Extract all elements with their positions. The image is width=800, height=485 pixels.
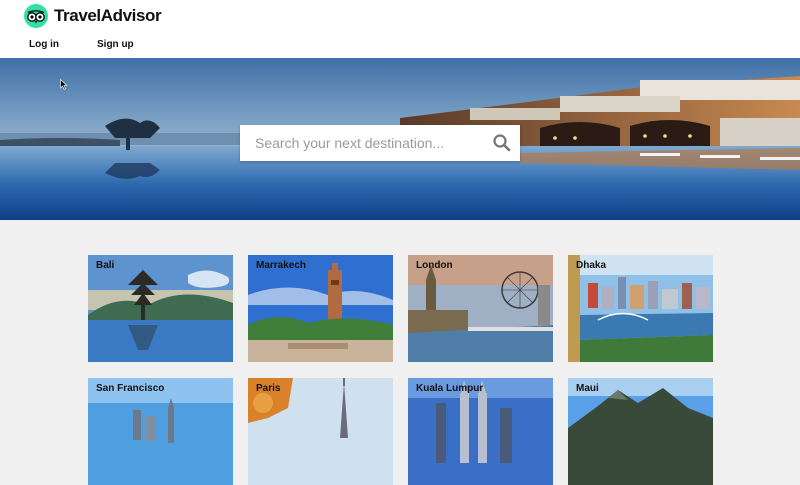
destination-name: Kuala Lumpur [416, 383, 484, 394]
destination-name: London [416, 260, 453, 271]
destination-card-paris[interactable]: Paris [248, 378, 393, 485]
san-francisco-photo [88, 378, 233, 485]
dhaka-photo [568, 255, 713, 362]
destination-name: Bali [96, 260, 115, 271]
signup-link[interactable]: Sign up [97, 39, 134, 50]
brand-name: TravelAdvisor [54, 6, 162, 25]
header: TravelAdvisor Log in Sign up [0, 0, 800, 58]
bali-photo [88, 255, 233, 362]
destination-card-san-francisco[interactable]: San Francisco [88, 378, 233, 485]
owl-logo-icon [24, 4, 48, 28]
destination-card-maui[interactable]: Maui [568, 378, 713, 485]
maui-photo [568, 378, 713, 485]
destination-name: Maui [576, 383, 599, 394]
london-photo [408, 255, 553, 362]
destination-name: San Francisco [96, 383, 165, 394]
marrakech-photo [248, 255, 393, 362]
login-link[interactable]: Log in [29, 39, 59, 50]
destination-card-london[interactable]: London [408, 255, 553, 362]
search-bar [240, 125, 520, 161]
destination-name: Dhaka [576, 260, 607, 271]
destination-name: Paris [256, 383, 281, 394]
destination-card-marrakech[interactable]: Marrakech [248, 255, 393, 362]
logo[interactable]: TravelAdvisor [24, 4, 162, 28]
kuala-lumpur-photo [408, 378, 553, 485]
destination-card-bali[interactable]: Bali [88, 255, 233, 362]
paris-photo [248, 378, 393, 485]
search-input[interactable] [240, 125, 480, 161]
mouse-cursor-icon [60, 77, 68, 95]
destination-card-dhaka[interactable]: Dhaka [568, 255, 713, 362]
destination-card-kuala-lumpur[interactable]: Kuala Lumpur [408, 378, 553, 485]
destination-name: Marrakech [256, 260, 307, 271]
search-icon[interactable] [492, 133, 512, 153]
